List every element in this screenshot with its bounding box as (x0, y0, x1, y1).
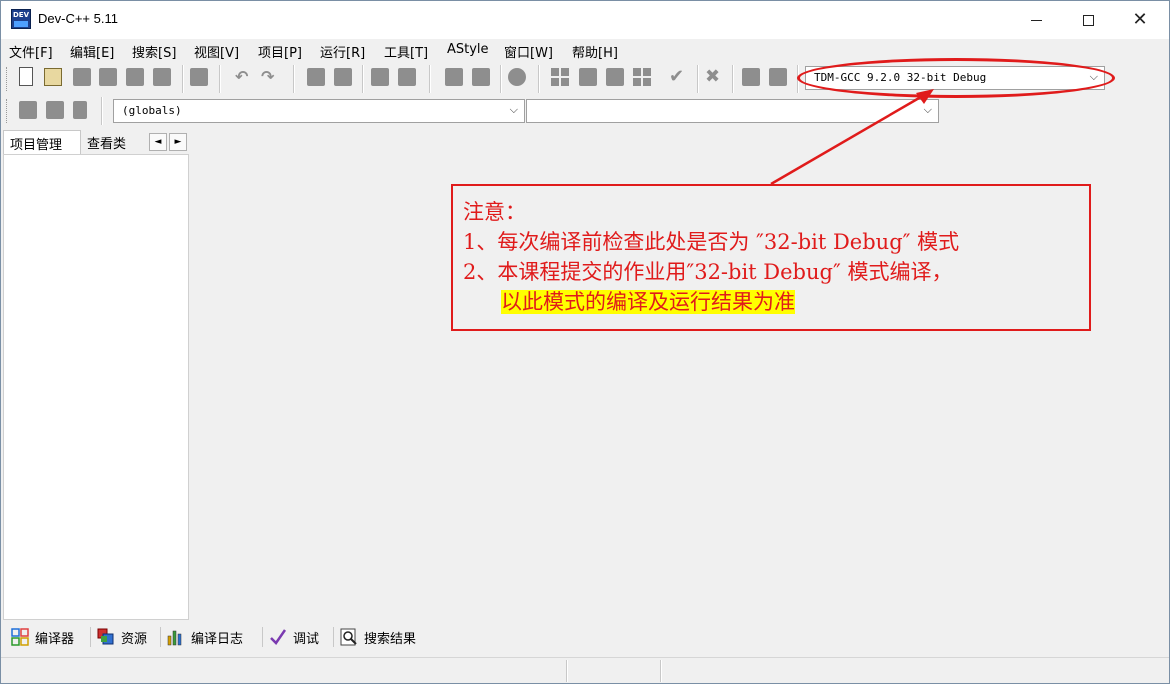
rebuild-icon[interactable] (633, 68, 651, 86)
compiler-select[interactable]: TDM-GCC 9.2.0 32-bit Debug ⌵ (805, 66, 1105, 90)
open-file-button[interactable] (44, 68, 62, 86)
toolbar-separator (500, 65, 502, 93)
find-button[interactable] (307, 68, 325, 86)
find-next-button[interactable] (371, 68, 389, 86)
annotation-line-2: 1、每次编译前检查此处是否为 ″32-bit Debug″ 模式 (463, 230, 960, 254)
toolbar-grip[interactable] (6, 67, 9, 91)
resources-icon (97, 628, 115, 646)
arrow-left-icon[interactable]: ◄ (149, 133, 167, 151)
menu-search[interactable]: 搜索[S] (132, 42, 176, 61)
goto-line-button[interactable] (398, 68, 416, 86)
tab-search-results-label: 搜索结果 (364, 631, 417, 647)
function-select[interactable]: ⌵ (526, 99, 939, 123)
menu-help[interactable]: 帮助[H] (572, 42, 618, 61)
close-all-button[interactable] (153, 68, 171, 86)
redo-icon[interactable]: ↷ (261, 68, 279, 86)
toolbar-separator (101, 97, 103, 125)
tab-class-browser[interactable]: 查看类 (81, 130, 147, 154)
tab-resources[interactable]: 资源 (93, 625, 151, 649)
toolbar-separator (362, 65, 364, 93)
annotation-line-3: 2、本课程提交的作业用″32-bit Debug″ 模式编译， (463, 260, 953, 284)
syntax-check-icon[interactable]: ✔ (669, 68, 687, 86)
tab-compiler[interactable]: 编译器 (7, 625, 78, 649)
menu-bar: 文件[F] 编辑[E] 搜索[S] 视图[V] 项目[P] 运行[R] 工具[T… (1, 39, 1169, 63)
delete-profile-button[interactable] (769, 68, 787, 86)
tab-compile-log-label: 编译日志 (191, 631, 244, 647)
chevron-down-icon: ⌵ (509, 103, 518, 116)
arrow-right-icon[interactable]: ► (169, 133, 187, 151)
indent-button[interactable] (445, 68, 463, 86)
annotation-line-4-wrap: 以此模式的编译及运行结果为准 (463, 287, 1089, 317)
bottom-panel-tabs: 编译器 资源 编译日志 调试 搜索结果 (1, 623, 1169, 651)
toolbar-separator (182, 65, 184, 93)
bookmark-button[interactable] (73, 101, 87, 119)
maximize-button[interactable] (1065, 1, 1111, 39)
menu-view[interactable]: 视图[V] (194, 42, 239, 61)
save-all-button[interactable] (99, 68, 117, 86)
title-bar: DEV Dev-C++ 5.11 ✕ (1, 1, 1169, 39)
tab-search-results[interactable]: 搜索结果 (336, 625, 420, 649)
close-icon: ✕ (1132, 9, 1148, 30)
tab-resources-label: 资源 (121, 631, 148, 647)
bar-chart-icon (167, 628, 185, 646)
tab-compile-log[interactable]: 编译日志 (163, 625, 247, 649)
tab-project-manager[interactable]: 项目管理 (3, 130, 81, 154)
devcpp-app-icon: DEV (11, 9, 31, 29)
toolbar-separator (219, 65, 221, 93)
app-window: DEV Dev-C++ 5.11 ✕ 文件[F] 编辑[E] 搜索[S] 视图[… (0, 0, 1170, 684)
search-icon (340, 628, 358, 646)
compiler-select-value: TDM-GCC 9.2.0 32-bit Debug (814, 71, 987, 84)
undo-icon[interactable]: ↶ (235, 68, 253, 86)
new-file-button[interactable] (19, 67, 33, 86)
scope-select[interactable]: (globals) ⌵ (113, 99, 525, 123)
toolbar-separator (697, 65, 699, 93)
app-icon-text: DEV (12, 11, 29, 19)
toolbar-separator (797, 65, 799, 93)
menu-window[interactable]: 窗口[W] (504, 42, 553, 61)
chevron-down-icon: ⌵ (923, 103, 932, 116)
toolbar-separator (429, 65, 431, 93)
toolbar-separator (293, 65, 295, 93)
menu-edit[interactable]: 编辑[E] (70, 42, 114, 61)
toolbar-grip[interactable] (6, 99, 9, 123)
save-button[interactable] (73, 68, 91, 86)
menu-astyle[interactable]: AStyle (447, 42, 489, 57)
status-bar (1, 657, 1169, 683)
unindent-button[interactable] (472, 68, 490, 86)
project-panel[interactable] (3, 154, 189, 620)
close-file-button[interactable] (126, 68, 144, 86)
compiler-grid-icon (11, 628, 29, 646)
close-button[interactable]: ✕ (1117, 1, 1163, 39)
menu-project[interactable]: 项目[P] (258, 42, 302, 61)
toolbar-separator (538, 65, 540, 93)
menu-file[interactable]: 文件[F] (9, 42, 53, 61)
compile-icon[interactable] (551, 68, 569, 86)
window-title: Dev-C++ 5.11 (38, 11, 118, 26)
menu-run[interactable]: 运行[R] (320, 42, 365, 61)
annotation-line-1: 注意： (463, 200, 526, 224)
tab-debug-label: 调试 (293, 631, 320, 647)
menu-tools[interactable]: 工具[T] (384, 42, 428, 61)
chevron-down-icon: ⌵ (1089, 70, 1098, 83)
toolbar-separator (732, 65, 734, 93)
maximize-icon (1082, 14, 1094, 26)
stop-execution-icon[interactable]: ✖ (705, 68, 723, 86)
minimize-button[interactable] (1013, 1, 1059, 39)
toggle-comment-button[interactable] (508, 68, 526, 86)
annotation-note: 注意： 1、每次编译前检查此处是否为 ″32-bit Debug″ 模式 2、本… (451, 184, 1091, 331)
replace-button[interactable] (334, 68, 352, 86)
scope-select-value: (globals) (122, 104, 182, 117)
annotation-line-4: 以此模式的编译及运行结果为准 (501, 290, 795, 314)
goto-button[interactable] (46, 101, 64, 119)
debug-check-icon (269, 628, 287, 646)
insert-button[interactable] (19, 101, 37, 119)
tab-compiler-label: 编译器 (35, 631, 75, 647)
print-button[interactable] (190, 68, 208, 86)
compile-run-button[interactable] (606, 68, 624, 86)
profile-button[interactable] (742, 68, 760, 86)
run-button[interactable] (579, 68, 597, 86)
minimize-icon (1030, 19, 1042, 21)
tab-scroll-arrows: ◄ ► (149, 133, 189, 151)
tab-debug[interactable]: 调试 (265, 625, 323, 649)
